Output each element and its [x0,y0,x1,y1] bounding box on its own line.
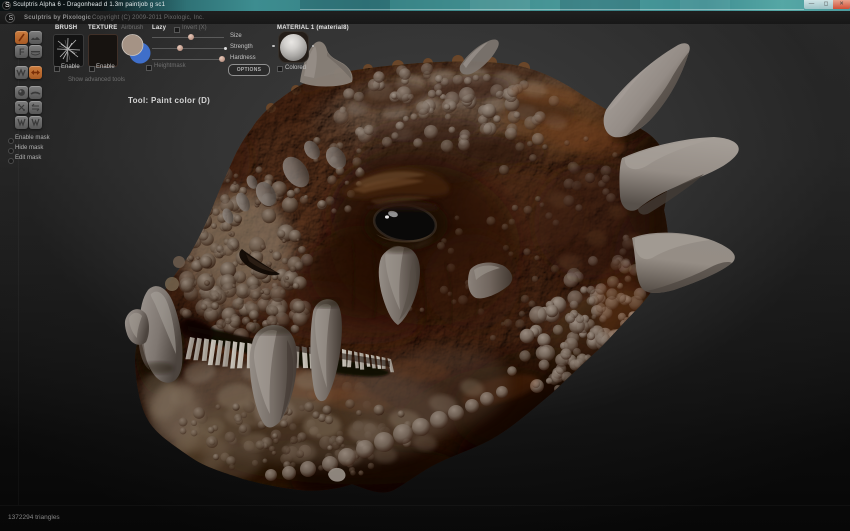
svg-text:F: F [19,47,25,57]
